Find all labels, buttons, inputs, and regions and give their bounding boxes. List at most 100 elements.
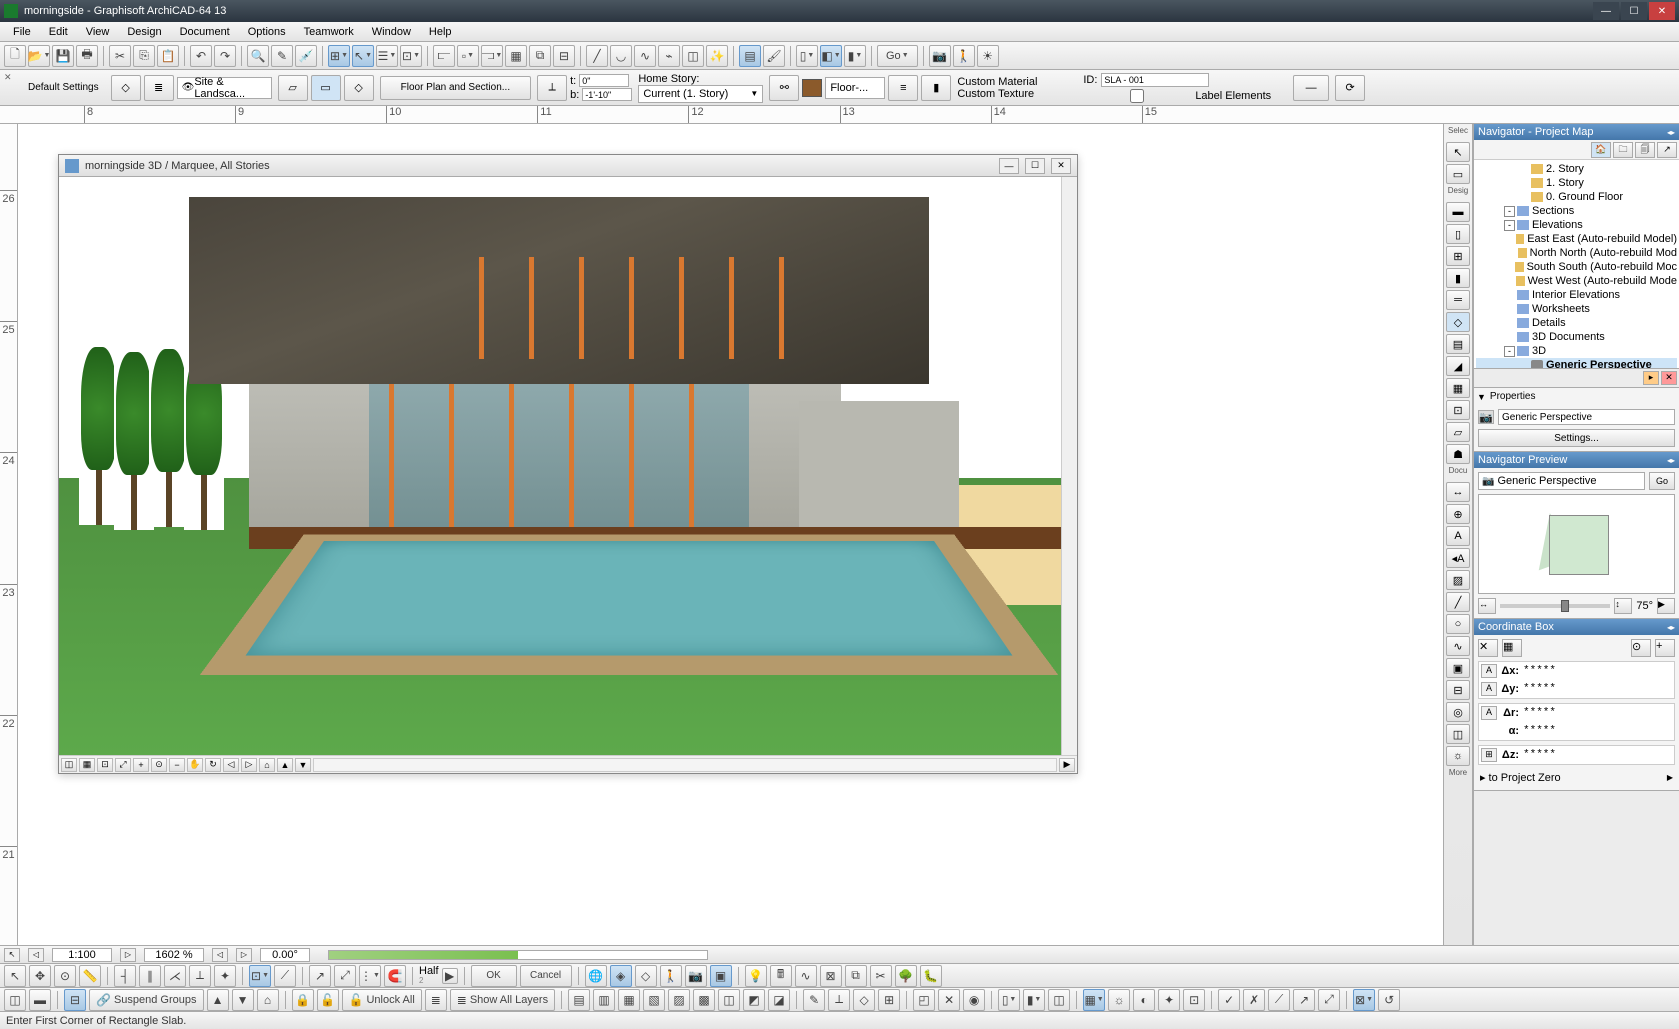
gb-e3-icon[interactable]: ◫ (1048, 989, 1070, 1011)
cut-icon[interactable]: ✂ (109, 45, 131, 67)
preview-go-button[interactable]: Go (1649, 472, 1675, 490)
gb-b3-icon[interactable]: ▦ (618, 989, 640, 1011)
spline2-tool-icon[interactable]: ∿ (1446, 636, 1470, 656)
lock-y-icon[interactable]: A (1481, 682, 1497, 696)
column-tool-icon[interactable]: ▮ (1446, 268, 1470, 288)
mirror-icon[interactable]: ⧉ (529, 45, 551, 67)
line2-tool-icon[interactable]: ╱ (1446, 592, 1470, 612)
section-tool-icon[interactable]: ⊟ (1446, 680, 1470, 700)
gb-suspend-icon[interactable]: ⊟ (64, 989, 86, 1011)
settings-button[interactable]: Settings... (1478, 429, 1675, 447)
floor-combo[interactable]: Floor-... (825, 77, 885, 99)
cb-lamp-icon[interactable]: 💡 (745, 965, 767, 987)
tree-item[interactable]: -3D (1476, 344, 1677, 358)
undo-icon[interactable]: ↶ (190, 45, 212, 67)
cb-spline3-icon[interactable]: ∿ (795, 965, 817, 987)
cb-cam2-icon[interactable]: 📷 (685, 965, 707, 987)
zoom-home-icon[interactable]: ↖ (4, 948, 20, 962)
suspend-groups-button[interactable]: 🔗 Suspend Groups (89, 989, 204, 1011)
render-icon[interactable]: ☀ (977, 45, 999, 67)
panel-close-icon[interactable]: ✕ (1661, 371, 1677, 385)
zone-tool-icon[interactable]: ▱ (1446, 422, 1470, 442)
zoom-in-icon[interactable]: + (133, 758, 149, 772)
cb-distribute-icon[interactable]: ⋮▼ (359, 965, 381, 987)
label-elements-checkbox[interactable] (1083, 89, 1191, 103)
layer-icon[interactable]: ≣ (144, 75, 174, 101)
drawing-tool-icon[interactable]: ▣ (1446, 658, 1470, 678)
ok-button[interactable]: OK (471, 965, 517, 987)
gb-d2-icon[interactable]: ✕ (938, 989, 960, 1011)
preview-slider[interactable] (1500, 604, 1610, 608)
cb-attr-icon[interactable]: ⊠ (820, 965, 842, 987)
view1-icon[interactable]: ▯▼ (796, 45, 818, 67)
geometry-rect-icon[interactable]: ▭ (311, 75, 341, 101)
gb-c1-icon[interactable]: ✎ (803, 989, 825, 1011)
gb-wall-icon[interactable]: ▬ (29, 989, 51, 1011)
cb-3d-icon[interactable]: ◈ (610, 965, 632, 987)
gb-h1-icon[interactable]: ⊠▼ (1353, 989, 1375, 1011)
arc-icon[interactable]: ◡ (610, 45, 632, 67)
view-mode-1-icon[interactable]: ◫ (61, 758, 77, 772)
align-icon[interactable]: ▫▼ (457, 45, 479, 67)
view-mode-3-icon[interactable]: ⊡ (97, 758, 113, 772)
mesh-tool-icon[interactable]: ▦ (1446, 378, 1470, 398)
end-btn-2[interactable]: ⟳ (1335, 75, 1365, 101)
gb-f2-icon[interactable]: ☼ (1108, 989, 1130, 1011)
cb-pointer-icon[interactable]: ↖ (4, 965, 26, 987)
drawing-canvas[interactable]: morningside 3D / Marquee, All Stories — … (18, 124, 1443, 945)
zoom-plus-icon[interactable]: ▷ (236, 948, 252, 962)
floor-swatch[interactable] (802, 79, 822, 97)
gb-b6-icon[interactable]: ▩ (693, 989, 715, 1011)
view-mode-2-icon[interactable]: ▦ (79, 758, 95, 772)
syringe-icon[interactable]: 💉 (295, 45, 317, 67)
cb-chain-icon[interactable]: ⧉ (845, 965, 867, 987)
save-icon[interactable]: 💾 (52, 45, 74, 67)
pen-icon[interactable]: ▮ (921, 75, 951, 101)
menu-options[interactable]: Options (239, 24, 295, 40)
trace-icon[interactable]: ☰▼ (376, 45, 398, 67)
coord-gravity-icon[interactable]: ⊙ (1631, 639, 1651, 657)
menu-design[interactable]: Design (118, 24, 170, 40)
zoom-value[interactable]: 1602 % (144, 948, 204, 962)
tree-item[interactable]: Details (1476, 316, 1677, 330)
nav-publisher-icon[interactable]: ↗ (1657, 142, 1677, 158)
orbit-icon[interactable]: ↻ (205, 758, 221, 772)
hatch-icon[interactable]: ≡ (888, 75, 918, 101)
3d-scrollbar-horizontal[interactable] (313, 758, 1057, 772)
cb-play-icon[interactable]: ▶ (442, 968, 458, 984)
gb-b1-icon[interactable]: ▤ (568, 989, 590, 1011)
preview-zoom-out-icon[interactable]: ↔ (1478, 598, 1496, 614)
copy-icon[interactable]: ⎘ (133, 45, 155, 67)
gb-d1-icon[interactable]: ◰ (913, 989, 935, 1011)
array-icon[interactable]: ▦ (505, 45, 527, 67)
tree-item[interactable]: 0. Ground Floor (1476, 190, 1677, 204)
cb-offset-icon[interactable]: ⟂ (189, 965, 211, 987)
gb-b7-icon[interactable]: ◫ (718, 989, 740, 1011)
end-btn-1[interactable]: — (1293, 75, 1329, 101)
gb-b9-icon[interactable]: ◪ (768, 989, 790, 1011)
tree-item[interactable]: Interior Elevations (1476, 288, 1677, 302)
cb-extend1-icon[interactable]: ↗ (309, 965, 331, 987)
gb-f1-icon[interactable]: ▦▼ (1083, 989, 1105, 1011)
gb-home-icon[interactable]: ⌂ (257, 989, 279, 1011)
curtain-tool-icon[interactable]: ⊡ (1446, 400, 1470, 420)
dropper-icon[interactable]: ✎ (271, 45, 293, 67)
cb-guide-icon[interactable]: ⟋ (274, 965, 296, 987)
gb-f5-icon[interactable]: ⊡ (1183, 989, 1205, 1011)
coord-collapse-icon[interactable]: ◂▸ (1667, 623, 1675, 632)
cb-magnet-icon[interactable]: 🧲 (384, 965, 406, 987)
preview-viewport[interactable] (1478, 494, 1675, 594)
gb-c2-icon[interactable]: ⟂ (828, 989, 850, 1011)
slab-tool-icon[interactable]: ◇ (1446, 312, 1470, 332)
redo-icon[interactable]: ↷ (214, 45, 236, 67)
3d-minimize-icon[interactable]: — (999, 158, 1019, 174)
unlock-all-button[interactable]: 🔓 Unlock All (342, 989, 422, 1011)
pan-icon[interactable]: ✋ (187, 758, 203, 772)
gb-unlock-icon[interactable]: 🔓 (317, 989, 339, 1011)
tree-item[interactable]: -Sections (1476, 204, 1677, 218)
worksheet-tool-icon[interactable]: ◫ (1446, 724, 1470, 744)
brush-icon[interactable]: 🖌 (763, 45, 785, 67)
3d-scrollbar-vertical[interactable] (1061, 177, 1077, 755)
fill-tool-icon[interactable]: ▨ (1446, 570, 1470, 590)
walk-icon[interactable]: 🚶 (953, 45, 975, 67)
